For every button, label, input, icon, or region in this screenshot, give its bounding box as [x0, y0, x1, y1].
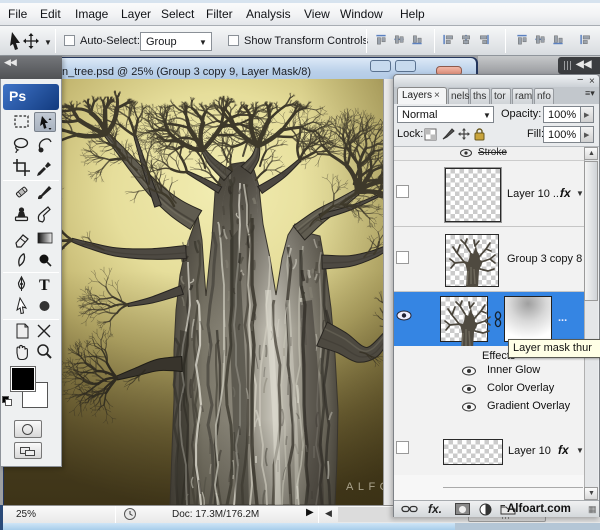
svg-text:T: T [39, 277, 50, 294]
